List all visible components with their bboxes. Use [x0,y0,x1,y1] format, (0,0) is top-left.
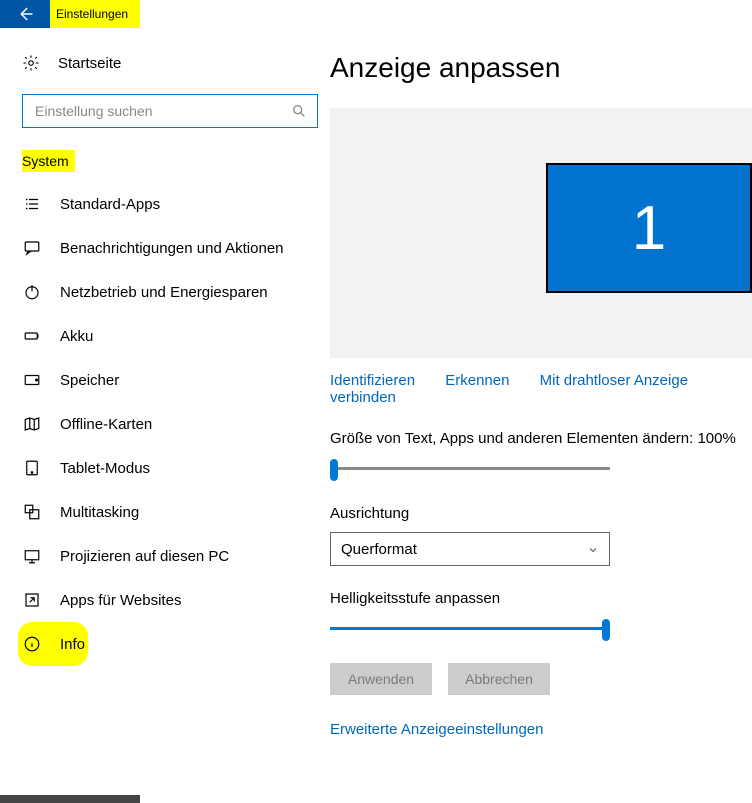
sidebar-item-label: Multitasking [60,504,139,521]
sidebar: Startseite System Standard-Apps Benachri… [0,28,330,783]
gear-icon [22,54,40,72]
sidebar-item-label: Benachrichtigungen und Aktionen [60,240,284,257]
sidebar-item-label: Apps für Websites [60,592,181,609]
orientation-value: Querformat [341,541,417,558]
slider-thumb[interactable] [602,619,610,641]
sidebar-item-info[interactable]: Info [18,622,88,666]
info-icon [22,635,42,653]
slider-thumb[interactable] [330,459,338,481]
slider-track [330,467,610,470]
sidebar-home-label: Startseite [58,55,121,72]
advanced-display-link[interactable]: Erweiterte Anzeigeeinstellungen [330,721,543,738]
orientation-select[interactable]: Querformat [330,532,610,566]
sidebar-item-default-apps[interactable]: Standard-Apps [22,182,316,226]
sidebar-item-multitasking[interactable]: Multitasking [22,490,316,534]
search-input-wrapper[interactable] [22,94,318,128]
scale-label: Größe von Text, Apps und anderen Element… [330,430,752,447]
battery-icon [22,327,42,345]
list-icon [22,195,42,213]
sidebar-item-label: Speicher [60,372,119,389]
monitor-1[interactable]: 1 [546,163,752,293]
sidebar-item-label: Tablet-Modus [60,460,150,477]
disk-icon [22,371,42,389]
page-title: Anzeige anpassen [330,52,752,84]
sidebar-item-power[interactable]: Netzbetrieb und Energiesparen [22,270,316,314]
window-title: Einstellungen [50,0,140,28]
scale-slider[interactable] [330,457,610,481]
sidebar-item-storage[interactable]: Speicher [22,358,316,402]
sidebar-item-battery[interactable]: Akku [22,314,316,358]
apply-button[interactable]: Anwenden [330,663,432,695]
sidebar-item-notifications[interactable]: Benachrichtigungen und Aktionen [22,226,316,270]
back-button[interactable] [0,0,50,28]
project-icon [22,547,42,565]
sidebar-item-apps-websites[interactable]: Apps für Websites [22,578,316,622]
arrow-box-icon [22,591,42,609]
multitask-icon [22,503,42,521]
display-preview[interactable]: 1 [330,108,752,358]
link-identify[interactable]: Identifizieren [330,372,415,389]
orientation-label: Ausrichtung [330,505,752,522]
sidebar-item-projecting[interactable]: Projizieren auf diesen PC [22,534,316,578]
power-icon [22,283,42,301]
search-icon [291,103,307,119]
search-input[interactable] [33,102,291,120]
slider-fill [330,627,606,630]
brightness-label: Helligkeitsstufe anpassen [330,590,752,607]
chevron-down-icon [587,543,599,555]
sidebar-item-tablet-mode[interactable]: Tablet-Modus [22,446,316,490]
taskbar-fragment [0,795,140,803]
link-detect[interactable]: Erkennen [445,372,509,389]
title-bar: Einstellungen [0,0,752,28]
sidebar-item-label: Projizieren auf diesen PC [60,548,229,565]
sidebar-item-label: Info [60,636,85,653]
monitor-number: 1 [632,193,666,264]
sidebar-home[interactable]: Startseite [22,54,316,72]
sidebar-item-label: Netzbetrieb und Energiesparen [60,284,268,301]
display-links: Identifizieren Erkennen Mit drahtloser A… [330,372,752,406]
cancel-button[interactable]: Abbrechen [448,663,550,695]
tablet-icon [22,459,42,477]
map-icon [22,415,42,433]
sidebar-item-offline-maps[interactable]: Offline-Karten [22,402,316,446]
sidebar-section-system: System [22,150,75,172]
sidebar-item-label: Akku [60,328,93,345]
sidebar-item-label: Standard-Apps [60,196,160,213]
brightness-slider[interactable] [330,617,610,641]
message-icon [22,239,42,257]
sidebar-item-label: Offline-Karten [60,416,152,433]
main-panel: Anzeige anpassen 1 Identifizieren Erkenn… [330,28,752,783]
arrow-left-icon [16,5,34,23]
